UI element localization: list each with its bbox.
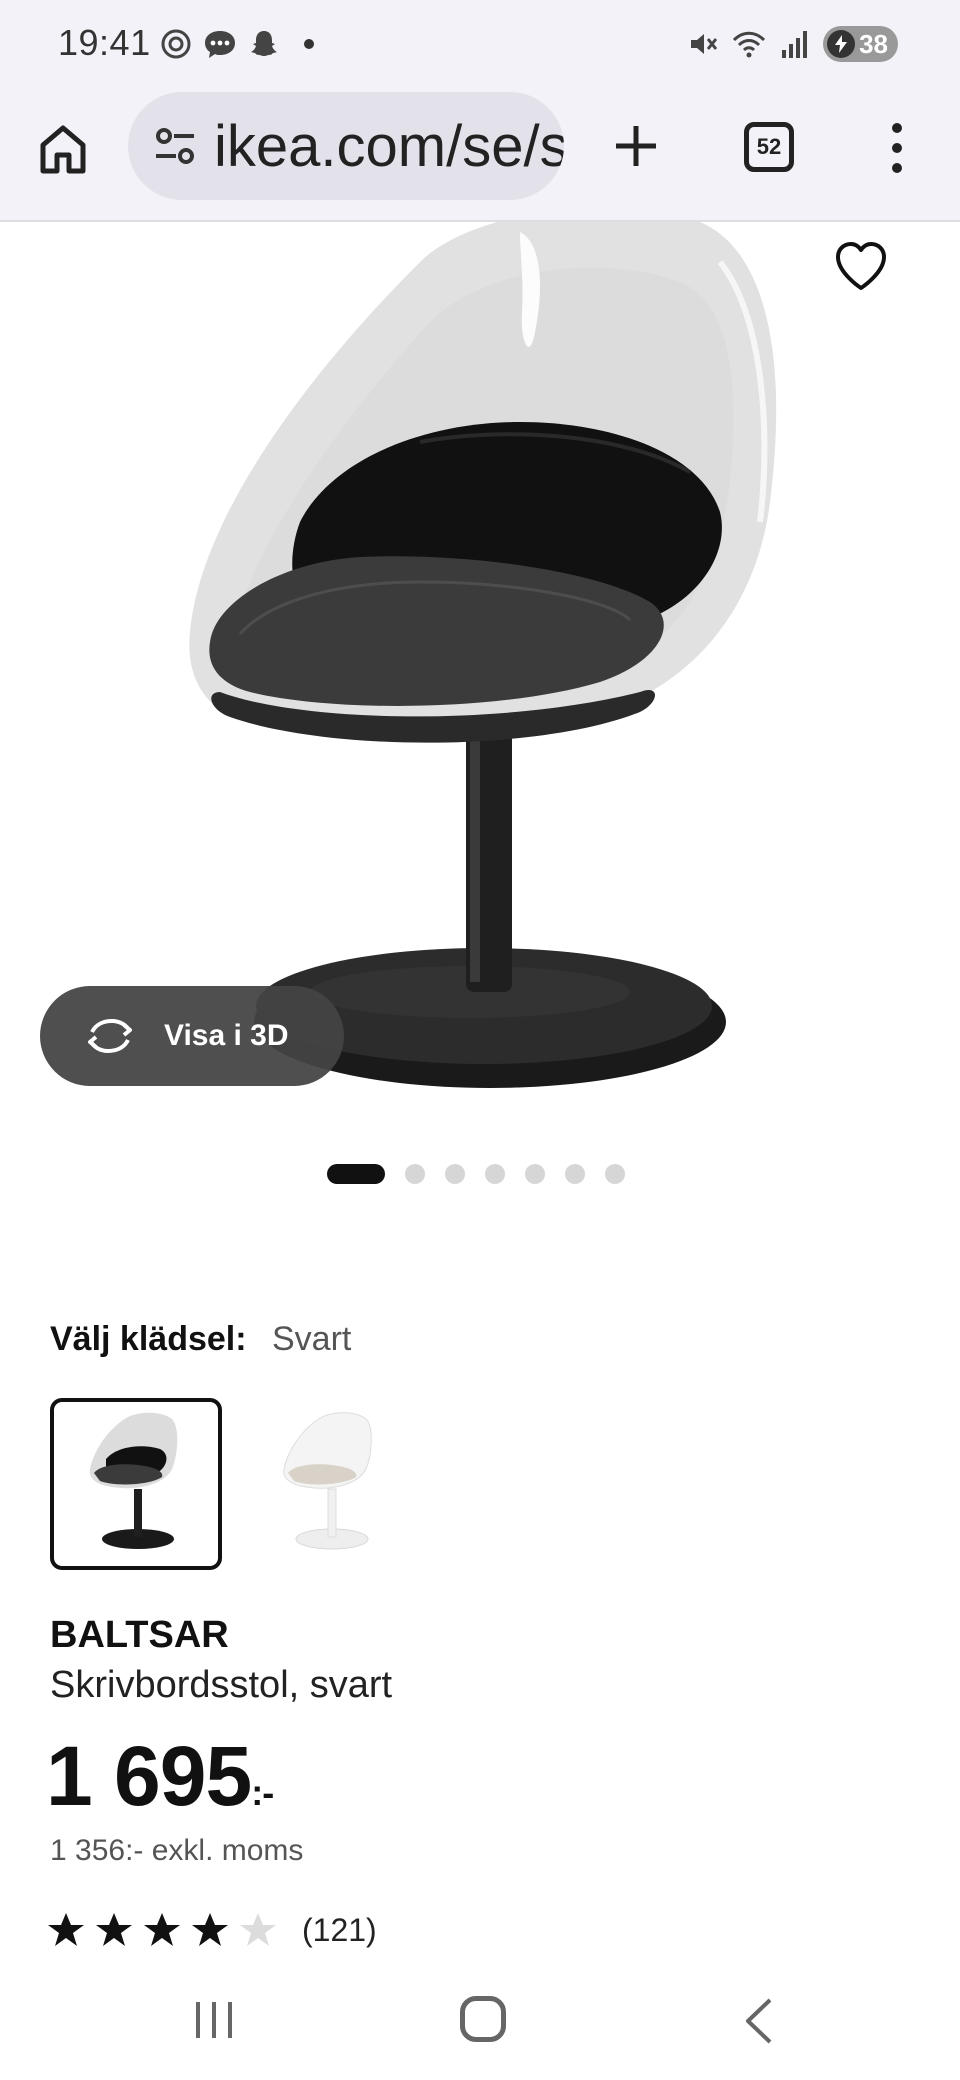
address-bar[interactable]: ikea.com/se/sv/p/baltsar [128,92,564,200]
threads-icon [158,26,194,62]
new-tab-button[interactable] [606,116,666,176]
tab-switcher-button[interactable]: 52 [744,122,794,172]
variant-swatch-white[interactable] [244,1398,416,1570]
product-name: BALTSAR [50,1614,229,1656]
carousel-dot[interactable] [405,1164,425,1184]
status-time: 19:41 [58,22,151,63]
product-image[interactable] [0,207,960,1102]
chair-image [189,207,777,1088]
product-price: 1 695:- [46,1728,274,1825]
carousel-dot[interactable] [485,1164,505,1184]
variant-key: Välj klädsel: [50,1320,247,1358]
url-text[interactable]: ikea.com/se/sv/p/baltsar [214,113,564,180]
signal-icon [777,26,813,62]
status-dot-icon [304,39,314,49]
chair-white-thumbnail [283,1412,372,1550]
product-description: Skrivbordsstol, svart [50,1664,393,1706]
home-nav-button[interactable] [460,1996,506,2042]
star-filled-icon [48,1913,84,1946]
status-icons-left [158,26,314,62]
charging-bolt-icon [827,30,856,58]
carousel-dot[interactable] [565,1164,585,1184]
variant-selected-value: Svart [272,1320,352,1358]
recents-button[interactable] [192,1998,236,2042]
carousel-dot[interactable] [605,1164,625,1184]
price-main: 1 695 [46,1729,252,1823]
status-icons-right: 38 [685,26,898,62]
carousel-dot[interactable] [445,1164,465,1184]
battery-indicator: 38 [823,26,898,62]
site-settings-icon[interactable] [152,123,198,169]
rotate-3d-icon [88,1018,132,1054]
chat-bubble-icon [202,26,238,62]
recents-icon [196,2002,232,2038]
plus-icon [616,126,656,166]
star-filled-icon [144,1913,180,1946]
mute-icon [685,26,721,62]
variant-selector-label: Välj klädsel: Svart [50,1320,351,1359]
chair-black-thumbnail [89,1412,178,1549]
snapchat-icon [246,26,282,62]
product-rating[interactable]: (121) [46,1910,377,1950]
wifi-icon [731,26,767,62]
carousel-indicator [0,1164,960,1184]
carousel-dot[interactable] [525,1164,545,1184]
view-in-3d-button[interactable]: Visa i 3D [40,986,344,1086]
carousel-dot[interactable] [327,1164,385,1184]
view-in-3d-label: Visa i 3D [164,1019,289,1052]
heart-icon [836,242,886,290]
variant-swatch-black[interactable] [50,1398,222,1570]
favorite-button[interactable] [832,238,890,296]
overflow-menu-button[interactable] [882,120,912,176]
more-vert-icon [892,123,902,173]
star-filled-icon [96,1913,132,1946]
back-chevron-icon [746,1998,772,2044]
browser-toolbar: ikea.com/se/sv/p/baltsar 52 [0,92,960,222]
price-excl-vat: 1 356:- exkl. moms [50,1834,304,1867]
home-icon [40,125,86,174]
status-bar: 19:41 38 [0,0,960,92]
star-filled-icon [192,1913,228,1946]
review-count[interactable]: (121) [302,1912,377,1949]
battery-level: 38 [859,28,888,59]
price-suffix: :- [251,1772,274,1813]
star-empty-icon [240,1913,276,1946]
home-button[interactable] [38,120,88,178]
back-button[interactable] [738,1996,778,2046]
system-navigation-bar [0,1972,960,2080]
